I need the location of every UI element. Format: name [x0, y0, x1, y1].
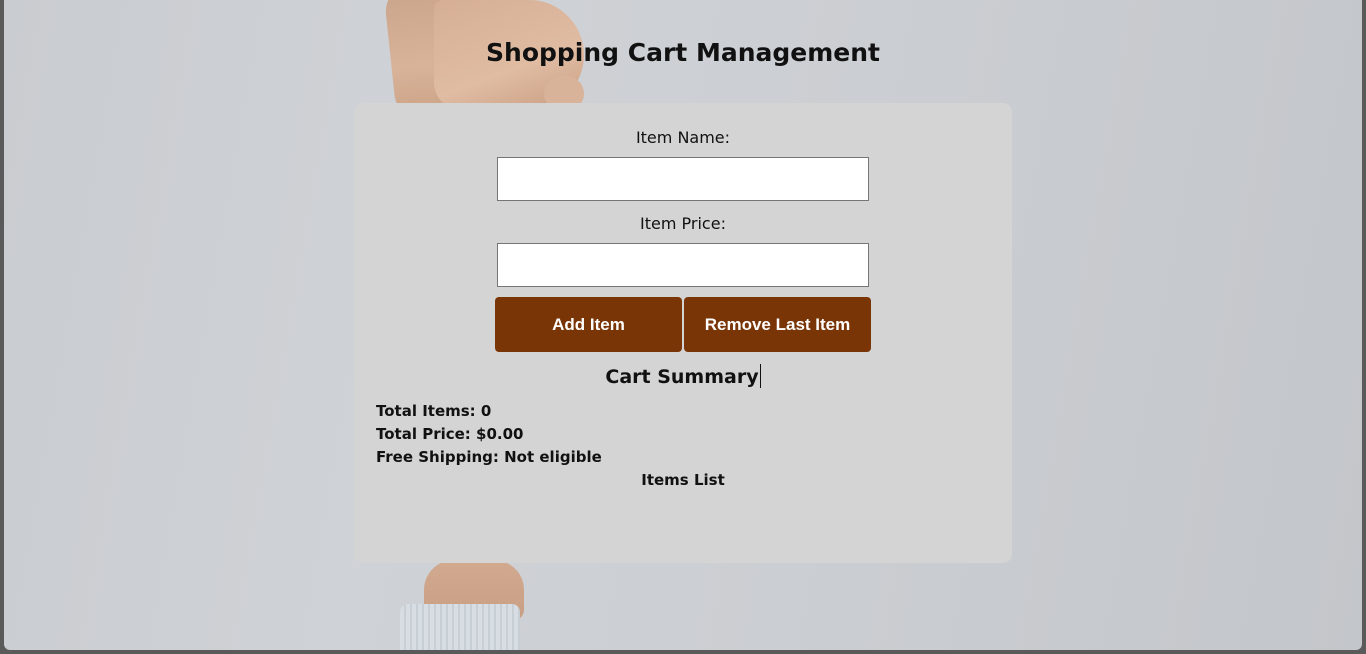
item-name-label: Item Name: — [635, 128, 731, 147]
total-price-text: Total Price: $0.00 — [376, 425, 524, 443]
add-item-button[interactable]: Add Item — [495, 297, 682, 352]
background-sleeve-image — [400, 604, 520, 650]
page-title: Shopping Cart Management — [486, 38, 880, 67]
cart-card: Item Name: Item Price: Add Item Remove L… — [354, 103, 1012, 563]
text-cursor — [759, 364, 761, 388]
cart-summary-title: Cart Summary — [605, 366, 759, 388]
free-shipping-text: Free Shipping: Not eligible — [376, 448, 602, 466]
total-items-text: Total Items: 0 — [376, 402, 492, 420]
item-name-input[interactable] — [497, 157, 869, 201]
items-list-heading: Items List — [641, 471, 725, 489]
item-price-label: Item Price: — [640, 214, 726, 233]
cart-summary-heading: Cart Summary — [354, 364, 1012, 388]
remove-last-item-button[interactable]: Remove Last Item — [684, 297, 871, 352]
item-price-input[interactable] — [497, 243, 869, 287]
